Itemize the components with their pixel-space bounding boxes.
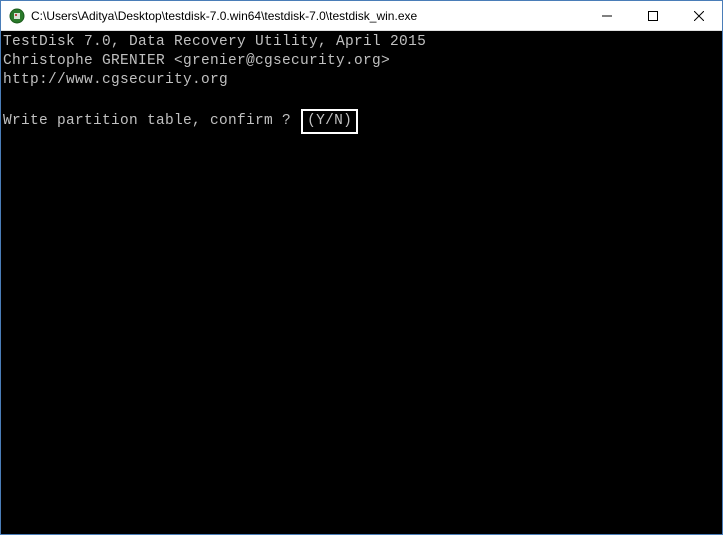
console-output[interactable]: TestDisk 7.0, Data Recovery Utility, Apr… bbox=[1, 31, 722, 534]
minimize-button[interactable] bbox=[584, 1, 630, 30]
window-titlebar: C:\Users\Aditya\Desktop\testdisk-7.0.win… bbox=[1, 1, 722, 31]
console-line: http://www.cgsecurity.org bbox=[3, 71, 722, 90]
maximize-button[interactable] bbox=[630, 1, 676, 30]
console-prompt-line: Write partition table, confirm ? (Y/N) bbox=[3, 109, 722, 134]
app-icon bbox=[9, 8, 25, 24]
console-line: TestDisk 7.0, Data Recovery Utility, Apr… bbox=[3, 33, 722, 52]
prompt-choice-highlight: (Y/N) bbox=[301, 109, 358, 134]
window-controls bbox=[584, 1, 722, 30]
console-blank-line bbox=[3, 90, 722, 109]
console-line: Christophe GRENIER <grenier@cgsecurity.o… bbox=[3, 52, 722, 71]
prompt-text: Write partition table, confirm ? bbox=[3, 113, 291, 129]
window-title: C:\Users\Aditya\Desktop\testdisk-7.0.win… bbox=[31, 9, 584, 23]
close-button[interactable] bbox=[676, 1, 722, 30]
